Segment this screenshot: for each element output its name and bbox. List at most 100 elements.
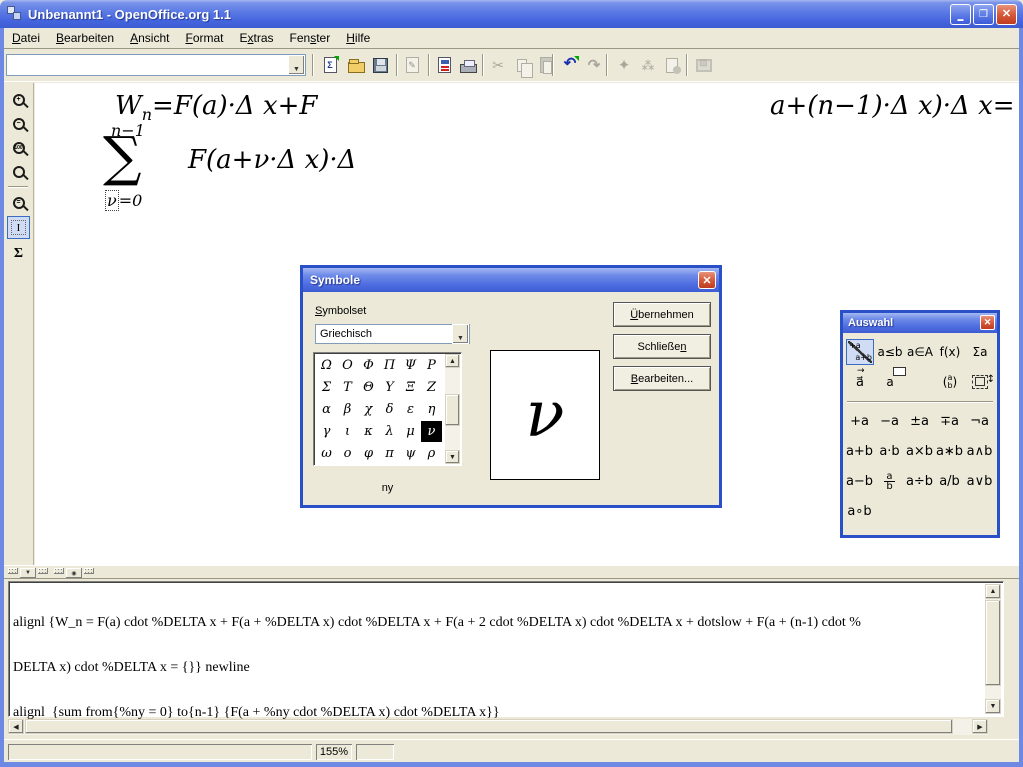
symbol-cell[interactable]: π [379,443,400,464]
symbol-cell[interactable]: χ [358,399,379,420]
scrollbar-thumb[interactable] [25,719,953,734]
symbol-cell[interactable]: Θ [358,377,379,398]
palette-symbol-fraction[interactable]: ab [875,469,904,493]
menu-format[interactable]: Format [177,29,231,47]
hide-panel-button[interactable]: ▼ [20,568,36,578]
edit-file-button[interactable]: ✎ [400,53,424,77]
print-file-directly-button[interactable] [432,53,456,77]
menu-hilfe[interactable]: Hilfe [338,29,378,47]
symbol-cell[interactable]: μ [400,421,421,442]
symbol-cell[interactable]: Ο [337,355,358,376]
grip-icon[interactable] [38,568,48,574]
title-bar[interactable]: Unbenannt1 - OpenOffice.org 1.1 [0,0,1023,28]
symbol-cell-selected[interactable]: ν [421,421,442,442]
symbol-cell[interactable]: Φ [358,355,379,376]
palette-symbol[interactable]: a+b [845,439,874,463]
category-functions[interactable]: f(x) [936,339,964,365]
symbol-cell[interactable]: β [337,399,358,420]
formula-source-editor[interactable]: alignl {W_n = F(a) cdot %DELTA x + F(a +… [8,581,1004,717]
zoom-button[interactable] [7,160,30,183]
cut-button[interactable] [486,53,510,77]
symbol-cell[interactable]: η [421,399,442,420]
palette-symbol[interactable]: a·b [875,439,904,463]
palette-symbol[interactable]: a∧b [965,439,994,463]
symbol-cell[interactable]: Τ [337,377,358,398]
symbol-cell[interactable]: ρ [421,443,442,464]
formula-cursor-button[interactable]: I [7,216,30,239]
open-button[interactable] [344,53,368,77]
selected-token[interactable]: ν [105,190,119,211]
autopilot-button[interactable] [636,53,660,77]
scrollbar-thumb[interactable] [445,394,460,426]
palette-close-icon[interactable]: ✕ [980,315,995,330]
maximize-button[interactable] [973,4,994,25]
symbol-grid-scrollbar[interactable] [445,354,460,464]
palette-symbol[interactable]: a÷b [905,469,934,493]
menu-extras[interactable]: Extras [232,29,282,47]
symbol-cell[interactable]: δ [379,399,400,420]
symbol-cell[interactable]: ε [400,399,421,420]
dialog-close-icon[interactable]: ✕ [698,271,716,289]
command-window-splitter[interactable]: ▼ ◉ [4,565,1019,579]
pin-button[interactable]: ◉ [66,568,82,578]
palette-symbol[interactable]: ±a [905,409,934,433]
edit-button[interactable]: Bearbeiten... [613,366,711,391]
menu-bearbeiten[interactable]: Bearbeiten [48,29,122,47]
palette-symbol[interactable]: ¬a [965,409,994,433]
category-set-operations[interactable]: a∈A [906,339,934,365]
palette-symbol[interactable]: a∨b [965,469,994,493]
symbolset-combobox[interactable]: Griechisch [315,324,470,344]
close-dialog-button[interactable]: Schließen [613,334,711,359]
symbol-cell[interactable]: φ [358,443,379,464]
zoom-out-button[interactable]: − [7,112,30,135]
symbol-cell[interactable]: Ω [316,355,337,376]
category-operators[interactable]: Σa [966,339,994,365]
category-brackets[interactable]: (ab) [936,369,964,395]
symbol-cell[interactable]: ω [316,443,337,464]
zoom-100-button[interactable]: 100 [7,136,30,159]
navigator-button[interactable] [612,53,636,77]
symbol-cell[interactable]: λ [379,421,400,442]
menu-datei[interactable]: Datei [4,29,48,47]
symbol-cell[interactable]: Ψ [400,355,421,376]
apply-button[interactable]: Übernehmen [613,302,711,327]
url-combobox[interactable] [6,54,306,76]
palette-symbol[interactable]: a∗b [935,439,964,463]
scroll-up-icon[interactable] [985,584,1001,599]
category-attributes[interactable]: a⃗ [846,369,874,395]
scroll-left-icon[interactable] [8,719,24,734]
symbol-cell[interactable]: Ζ [421,377,442,398]
redo-button[interactable] [582,53,606,77]
minimize-button[interactable] [950,4,971,25]
category-unary-binary[interactable]: +aa+b [846,339,874,365]
palette-symbol[interactable]: a−b [845,469,874,493]
scrollbar-thumb[interactable] [985,600,1001,686]
symbol-cell[interactable]: κ [358,421,379,442]
symbol-cell[interactable]: ψ [400,443,421,464]
symbol-cell[interactable]: γ [316,421,337,442]
category-formats[interactable] [966,369,994,395]
grip-icon[interactable] [8,568,18,574]
scroll-down-icon[interactable] [445,450,460,464]
palette-symbol[interactable]: a∘b [845,499,874,523]
templates-button[interactable] [660,53,684,77]
close-button[interactable] [996,4,1017,25]
palette-symbol[interactable]: −a [875,409,904,433]
paste-button[interactable] [534,53,558,77]
grip-icon[interactable] [54,568,64,574]
zoom-level-panel[interactable]: 155% [316,744,352,760]
new-formula-button[interactable] [318,53,342,77]
symbol-cell[interactable]: Υ [379,377,400,398]
symbol-cell[interactable]: Σ [316,377,337,398]
symbol-cell[interactable]: Ξ [400,377,421,398]
show-all-button[interactable]: = [7,191,30,214]
scroll-right-icon[interactable] [972,719,988,734]
combo-dropdown-icon[interactable] [288,55,305,75]
vertical-scrollbar[interactable] [985,584,1001,714]
symbol-cell[interactable]: Ρ [421,355,442,376]
scroll-down-icon[interactable] [985,699,1001,714]
symbol-cell[interactable]: Π [379,355,400,376]
scroll-up-icon[interactable] [445,354,460,368]
save-button[interactable] [368,53,392,77]
menu-fenster[interactable]: Fenster [282,29,339,47]
